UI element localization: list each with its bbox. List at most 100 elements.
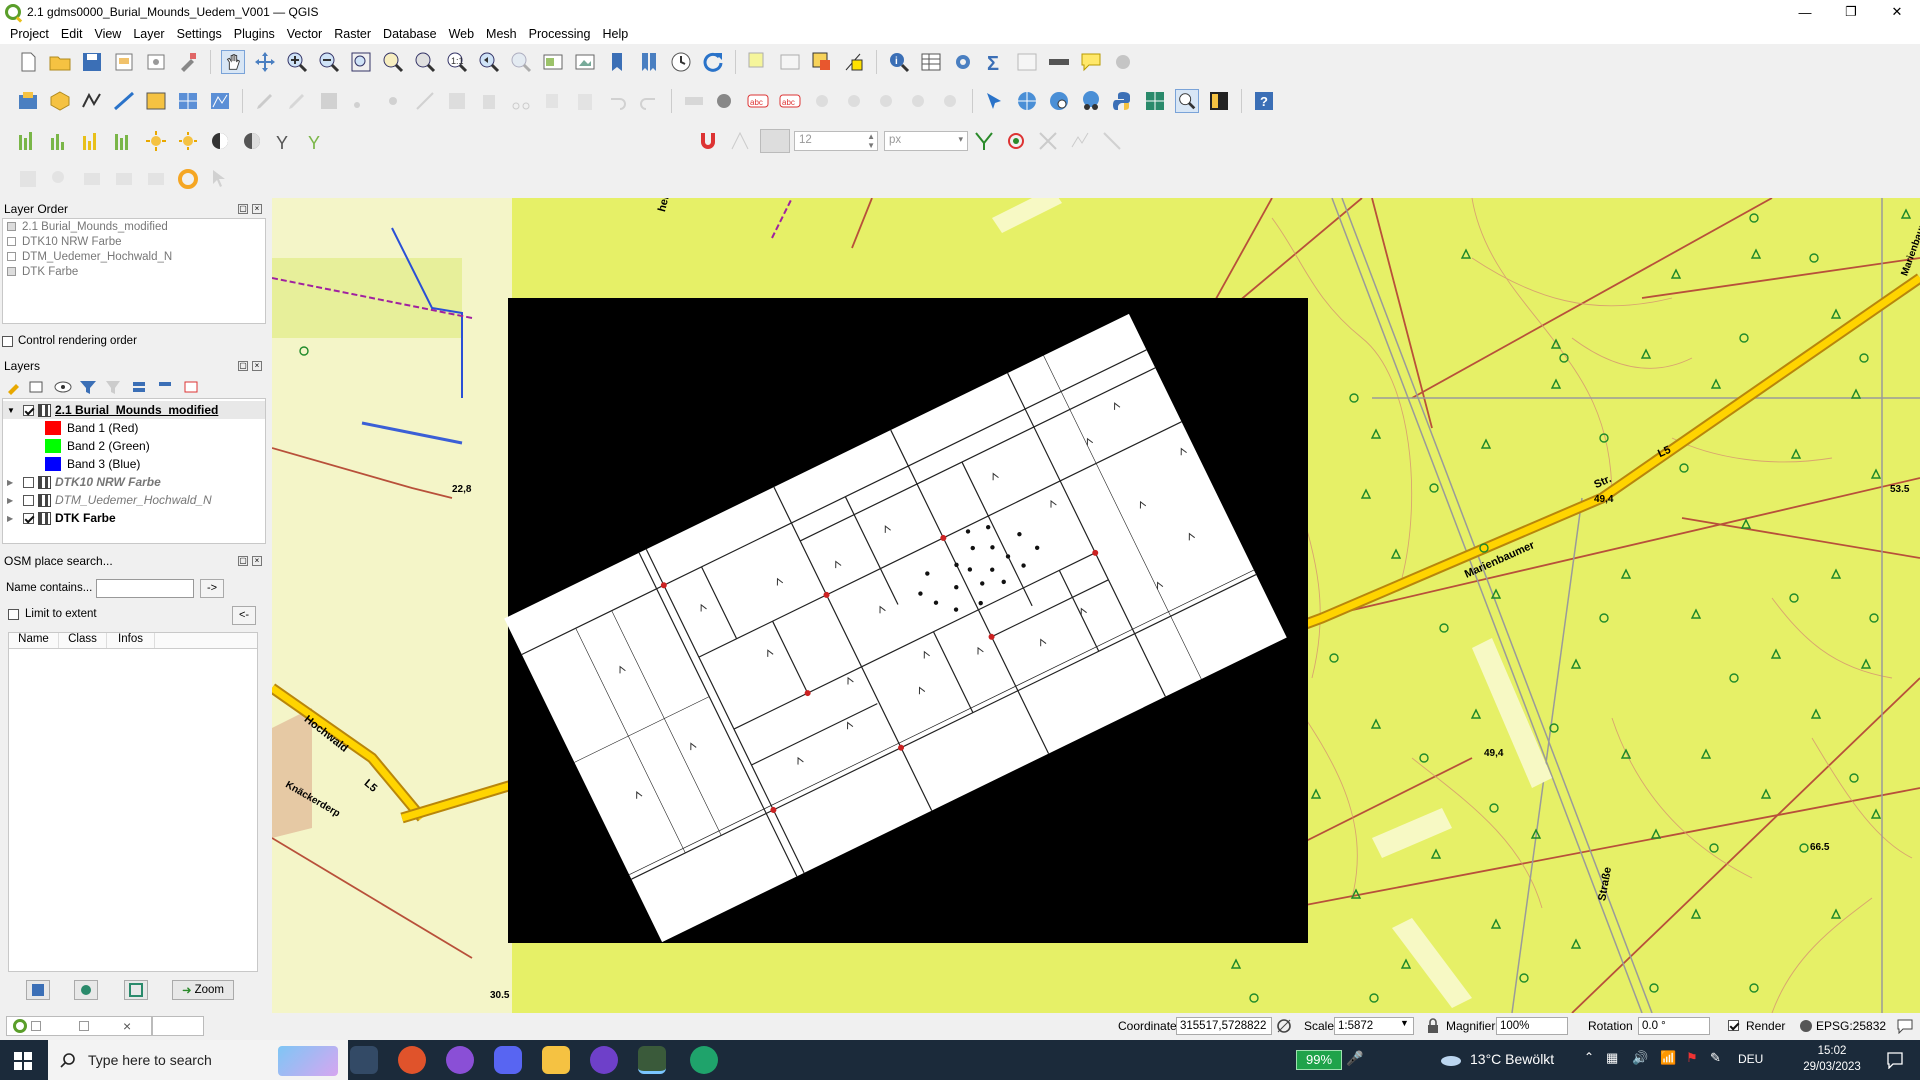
layer-order-item[interactable]: DTK10 NRW Farbe [3,234,265,249]
panel-float-button[interactable]: ▢ [238,361,248,371]
layer-visibility-checkbox[interactable] [23,512,34,524]
restore-button[interactable]: ❐ [1828,0,1874,24]
menu-settings[interactable]: Settings [171,27,228,41]
add-raster-icon[interactable] [112,89,136,113]
layout-manager-icon[interactable] [144,50,168,74]
new-print-layout-icon[interactable] [112,50,136,74]
topological-editing-icon[interactable] [972,129,996,153]
copy-features-icon[interactable] [541,89,565,113]
menu-project[interactable]: Project [4,27,55,41]
windows-start-icon[interactable] [14,1052,32,1070]
snapping-type-dropdown[interactable] [760,129,790,153]
messages-icon[interactable] [1896,1018,1914,1034]
panel-float-button[interactable]: ▢ [238,204,248,214]
zoom-out-icon[interactable] [317,50,341,74]
new-geopackage-icon[interactable] [48,89,72,113]
zoom-to-layer-icon[interactable] [413,50,437,74]
save-project-icon[interactable] [80,50,104,74]
layer-row[interactable]: ▼ 2.1 Burial_Mounds_modified [3,401,265,419]
layer-diagram-icon[interactable] [682,89,706,113]
locator-input[interactable] [152,1016,204,1036]
show-bookmarks-icon[interactable] [637,50,661,74]
layers-tree[interactable]: ▼ 2.1 Burial_Mounds_modified Band 1 (Red… [2,398,266,544]
self-snapping-icon[interactable] [1100,129,1124,153]
layer-order-item[interactable]: DTK Farbe [3,264,265,279]
notification-center-icon[interactable] [1886,1051,1904,1069]
gamma-down-icon[interactable]: Y [304,129,328,153]
panel-float-button[interactable]: ▢ [238,556,248,566]
locator-close-icon[interactable]: × [123,1018,131,1034]
column-name-header[interactable]: Name [9,633,59,648]
save-edits-icon[interactable] [317,89,341,113]
data-source-manager-icon[interactable] [16,89,40,113]
menu-edit[interactable]: Edit [55,27,89,41]
select-location-icon[interactable] [842,50,866,74]
current-edits-icon[interactable] [253,89,277,113]
control-rendering-order[interactable]: Control rendering order [2,335,137,347]
expand-arrow-icon[interactable]: ▼ [7,406,19,415]
menu-mesh[interactable]: Mesh [480,27,523,41]
new-map-view-icon[interactable] [541,50,565,74]
snapping-mode-icon[interactable] [728,129,752,153]
cursor-tool-icon[interactable] [208,167,232,191]
locator-restore-icon[interactable] [79,1021,89,1031]
globe-binoculars-icon[interactable] [1079,89,1103,113]
help-icon[interactable]: ? [1252,89,1276,113]
layer-labeling-icon[interactable] [714,89,738,113]
battery-indicator[interactable]: 99% [1296,1050,1342,1070]
system-tray-up-icon[interactable]: ⌃ [1584,1050,1594,1064]
weather-label[interactable]: 13°C Bewölkt [1470,1051,1554,1067]
osm-locate-button[interactable] [74,980,98,1000]
filter-expression-icon[interactable] [102,378,128,396]
taskbar-search-box[interactable]: Type here to search [48,1040,348,1080]
measure-line-icon[interactable] [1047,50,1071,74]
tracing-icon[interactable] [1068,129,1092,153]
style-manager-icon[interactable] [176,50,200,74]
magnifier-tool-icon[interactable] [1175,89,1199,113]
rotate-label-icon[interactable] [906,89,930,113]
layer-order-item[interactable]: DTM_Uedemer_Hochwald_N [3,249,265,264]
label-abc-icon[interactable]: abc [746,89,770,113]
settings-gear-icon[interactable] [1111,50,1135,74]
crs-label[interactable]: EPSG:25832 [1816,1019,1886,1033]
toolbox-icon[interactable] [951,50,975,74]
magnifier-field[interactable]: 100% [1496,1017,1568,1035]
cloud-weather-icon[interactable] [1440,1052,1462,1066]
taskbar-app-edge-icon[interactable] [690,1046,718,1074]
select-by-value-icon[interactable] [778,50,802,74]
scale-dropdown-icon[interactable]: ▼ [1400,1018,1409,1028]
expand-arrow-icon[interactable]: ▶ [7,478,19,487]
select-features-icon[interactable] [746,50,770,74]
filter-legend-icon[interactable] [76,378,102,396]
zoom-next-icon[interactable] [509,50,533,74]
locator-bar[interactable]: × [6,1016,152,1036]
deselect-features-icon[interactable] [810,50,834,74]
raster-stretch-icon[interactable] [48,129,72,153]
rotation-field[interactable]: 0.0 ° [1638,1017,1710,1035]
vertex-tool-icon[interactable] [413,89,437,113]
render-checkbox[interactable] [1728,1020,1739,1031]
crs-globe-icon[interactable] [1798,1018,1814,1034]
pen-icon[interactable]: ✎ [1710,1050,1721,1066]
redo-icon[interactable] [637,89,661,113]
snapping-off-icon[interactable] [1036,129,1060,153]
remove-layer-icon[interactable] [180,378,206,396]
minimize-button[interactable]: — [1782,0,1828,24]
expand-all-icon[interactable] [128,378,154,396]
column-class-header[interactable]: Class [59,633,107,648]
undo-icon[interactable] [605,89,629,113]
osm-back-button[interactable]: <- [232,606,256,625]
refresh-icon[interactable] [701,50,725,74]
attribute-form-icon[interactable] [1015,50,1039,74]
search-features-icon[interactable] [48,167,72,191]
layer-visibility-checkbox[interactable] [23,476,34,488]
menu-plugins[interactable]: Plugins [228,27,281,41]
layer-visibility-checkbox[interactable] [23,494,34,506]
new-bookmark-icon[interactable] [605,50,629,74]
add-wms-icon[interactable] [176,89,200,113]
raster-full-stretch-icon[interactable] [112,129,136,153]
zoom-native-icon[interactable]: 1:1 [445,50,469,74]
layer-row[interactable]: ▶ DTK10 NRW Farbe [3,473,161,491]
snapping-tolerance-input[interactable]: 12 ▲ ▼ [794,131,878,151]
taskbar-app-brave-icon[interactable] [398,1046,426,1074]
